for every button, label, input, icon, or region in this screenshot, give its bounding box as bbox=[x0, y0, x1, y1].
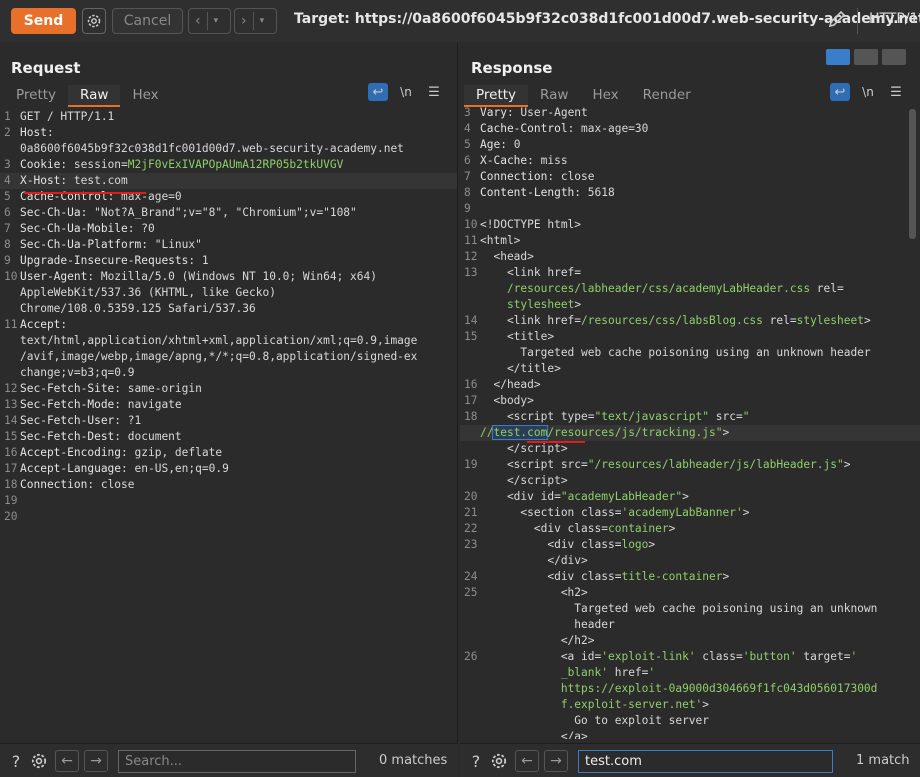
chevron-right-icon: › bbox=[241, 13, 247, 29]
protocol-label[interactable]: HTTP/1 bbox=[869, 11, 918, 27]
tab-render[interactable]: Render bbox=[631, 85, 703, 107]
request-tabs: Pretty Raw Hex bbox=[4, 85, 171, 107]
layout-side-by-side-icon[interactable] bbox=[826, 49, 850, 65]
toolbar: Send Cancel ‹ ▾ › ▾ Target: https://0a8600… bbox=[0, 0, 920, 42]
tab-pretty[interactable]: Pretty bbox=[464, 85, 529, 107]
next-match-button[interactable]: → bbox=[84, 750, 108, 772]
response-editor[interactable]: 3 Vary: User-Agent 4 Cache-Control: max-ag… bbox=[460, 105, 920, 739]
tab-hex[interactable]: Hex bbox=[580, 85, 630, 107]
previous-match-button[interactable]: ← bbox=[515, 750, 539, 772]
chevron-left-icon: ‹ bbox=[195, 13, 201, 29]
tab-hex[interactable]: Hex bbox=[120, 85, 170, 107]
cancel-button[interactable]: Cancel bbox=[112, 8, 183, 34]
request-search-input[interactable]: Search... bbox=[118, 750, 356, 773]
newline-toggle-icon[interactable]: \n bbox=[858, 83, 878, 101]
menu-icon[interactable]: ☰ bbox=[886, 83, 906, 101]
help-icon[interactable]: ? bbox=[6, 751, 26, 771]
request-editor[interactable]: 1 GET / HTTP/1.1 2 Host: 0a8600f6045b9f32c… bbox=[0, 109, 457, 743]
newline-toggle-icon[interactable]: \n bbox=[396, 83, 416, 101]
layout-tabs-icon[interactable] bbox=[882, 49, 906, 65]
tab-pretty[interactable]: Pretty bbox=[4, 85, 68, 107]
red-underline-annotation bbox=[527, 441, 585, 443]
back-history-button[interactable]: ‹ ▾ bbox=[188, 8, 231, 34]
forward-history-button[interactable]: › ▾ bbox=[234, 8, 277, 34]
response-search-bar: ? ← → test.com 1 match bbox=[460, 743, 920, 777]
red-underline-annotation bbox=[24, 192, 146, 194]
response-pane: Response Pretty Raw Hex Render ↩ \n ☰ 3V… bbox=[460, 43, 920, 743]
request-pane: Request Pretty Raw Hex ↩ \n ☰ 1 GET / HTT… bbox=[0, 43, 458, 743]
word-wrap-icon[interactable]: ↩ bbox=[368, 83, 388, 101]
response-scrollbar[interactable] bbox=[909, 109, 916, 239]
dropdown-icon: ▾ bbox=[213, 16, 219, 26]
layout-toggle bbox=[826, 49, 906, 65]
previous-match-button[interactable]: ← bbox=[55, 750, 79, 772]
settings-gear-icon[interactable] bbox=[82, 8, 106, 34]
settings-gear-icon[interactable] bbox=[489, 751, 509, 771]
edit-pencil-icon[interactable] bbox=[826, 8, 848, 32]
send-button[interactable]: Send bbox=[11, 8, 76, 34]
menu-icon[interactable]: ☰ bbox=[424, 83, 444, 101]
request-title: Request bbox=[11, 59, 81, 77]
tab-raw[interactable]: Raw bbox=[68, 85, 121, 107]
match-count: 0 matches bbox=[379, 753, 448, 768]
response-title: Response bbox=[471, 59, 553, 77]
response-search-input[interactable]: test.com bbox=[578, 750, 833, 773]
help-icon[interactable]: ? bbox=[466, 751, 486, 771]
layout-stacked-icon[interactable] bbox=[854, 49, 878, 65]
request-search-bar: ? ← → Search... 0 matches bbox=[0, 743, 458, 777]
dropdown-icon: ▾ bbox=[259, 16, 265, 26]
response-tabs: Pretty Raw Hex Render bbox=[464, 85, 703, 107]
match-count: 1 match bbox=[856, 753, 910, 768]
tab-raw[interactable]: Raw bbox=[528, 85, 580, 107]
next-match-button[interactable]: → bbox=[544, 750, 568, 772]
settings-gear-icon[interactable] bbox=[29, 751, 49, 771]
word-wrap-icon[interactable]: ↩ bbox=[830, 83, 850, 101]
